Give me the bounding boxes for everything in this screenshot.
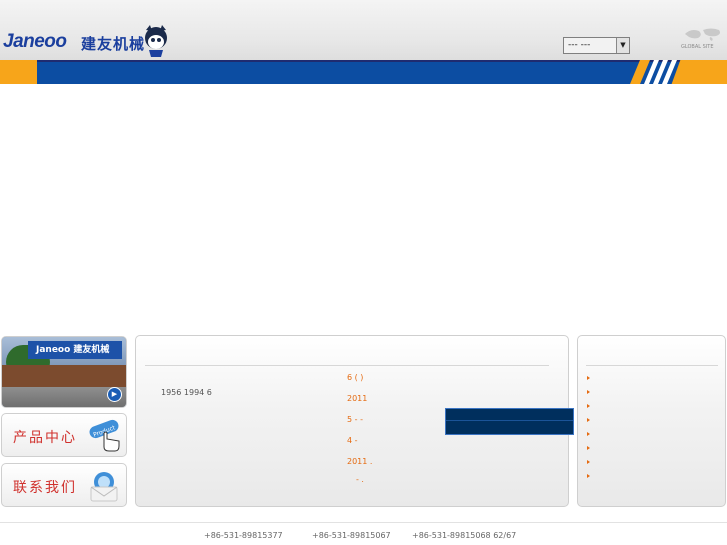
chevron-down-icon[interactable]: ▼ (616, 38, 629, 53)
footer-phone: +86-531-89815067 (312, 531, 391, 540)
news-item[interactable]: 6 ( ) (347, 373, 363, 382)
photo-sign: Janeoo 建友机械 (28, 341, 122, 359)
link-bullet[interactable] (587, 418, 590, 422)
logo-cn: 建友机械 (81, 35, 146, 53)
header: Janeoo 建友机械 --- --- ▼ GLOBAL SITE (0, 0, 727, 60)
header-band (0, 60, 727, 84)
global-site-label: GLOBAL SITE (681, 44, 714, 50)
product-center-label: 产品中心 (13, 430, 77, 446)
news-highlight-block[interactable] (445, 408, 574, 435)
about-news-panel: 1956 1994 6 6 ( ) 2011 5 - - 4 - 2011 . … (135, 335, 574, 507)
global-site-icon[interactable]: GLOBAL SITE (681, 26, 725, 50)
band-strip (0, 60, 727, 62)
link-bullet[interactable] (587, 446, 590, 450)
contact-us-label: 联系我们 (13, 480, 77, 496)
photo-gate (2, 365, 126, 387)
news-item[interactable]: 4 - (347, 436, 358, 445)
company-photo[interactable]: Janeoo 建友机械 ▶ (1, 336, 127, 408)
panel-divider (586, 365, 718, 366)
mascot-icon (145, 25, 167, 57)
footer-phone: +86-531-89815068 62/67 (412, 531, 517, 540)
product-icon: Product (89, 419, 120, 452)
link-bullet[interactable] (587, 376, 590, 380)
link-bullet[interactable] (587, 474, 590, 478)
product-center-button[interactable]: 产品中心 Product (1, 413, 127, 457)
company-intro: 1956 1994 6 (161, 388, 212, 397)
language-select-value: --- --- (568, 40, 591, 50)
band-right-accent (671, 60, 727, 84)
news-item[interactable]: - . (356, 475, 364, 484)
link-bullet[interactable] (587, 432, 590, 436)
panel-divider (145, 365, 549, 366)
links-panel (577, 335, 726, 507)
band-left-accent (0, 60, 37, 84)
link-bullet[interactable] (587, 390, 590, 394)
email-icon (90, 472, 118, 502)
footer-divider (0, 522, 727, 523)
language-select[interactable]: --- --- ▼ (563, 37, 630, 54)
play-icon[interactable]: ▶ (107, 387, 122, 402)
link-bullet[interactable] (587, 460, 590, 464)
news-item[interactable]: 2011 (347, 394, 367, 403)
logo[interactable]: Janeoo (3, 31, 67, 53)
link-bullet[interactable] (587, 404, 590, 408)
footer-phone: +86-531-89815377 (204, 531, 283, 540)
highlight-divider (446, 420, 573, 421)
news-item[interactable]: 5 - - (347, 415, 363, 424)
contact-us-button[interactable]: 联系我们 (1, 463, 127, 507)
news-item[interactable]: 2011 . (347, 457, 372, 466)
